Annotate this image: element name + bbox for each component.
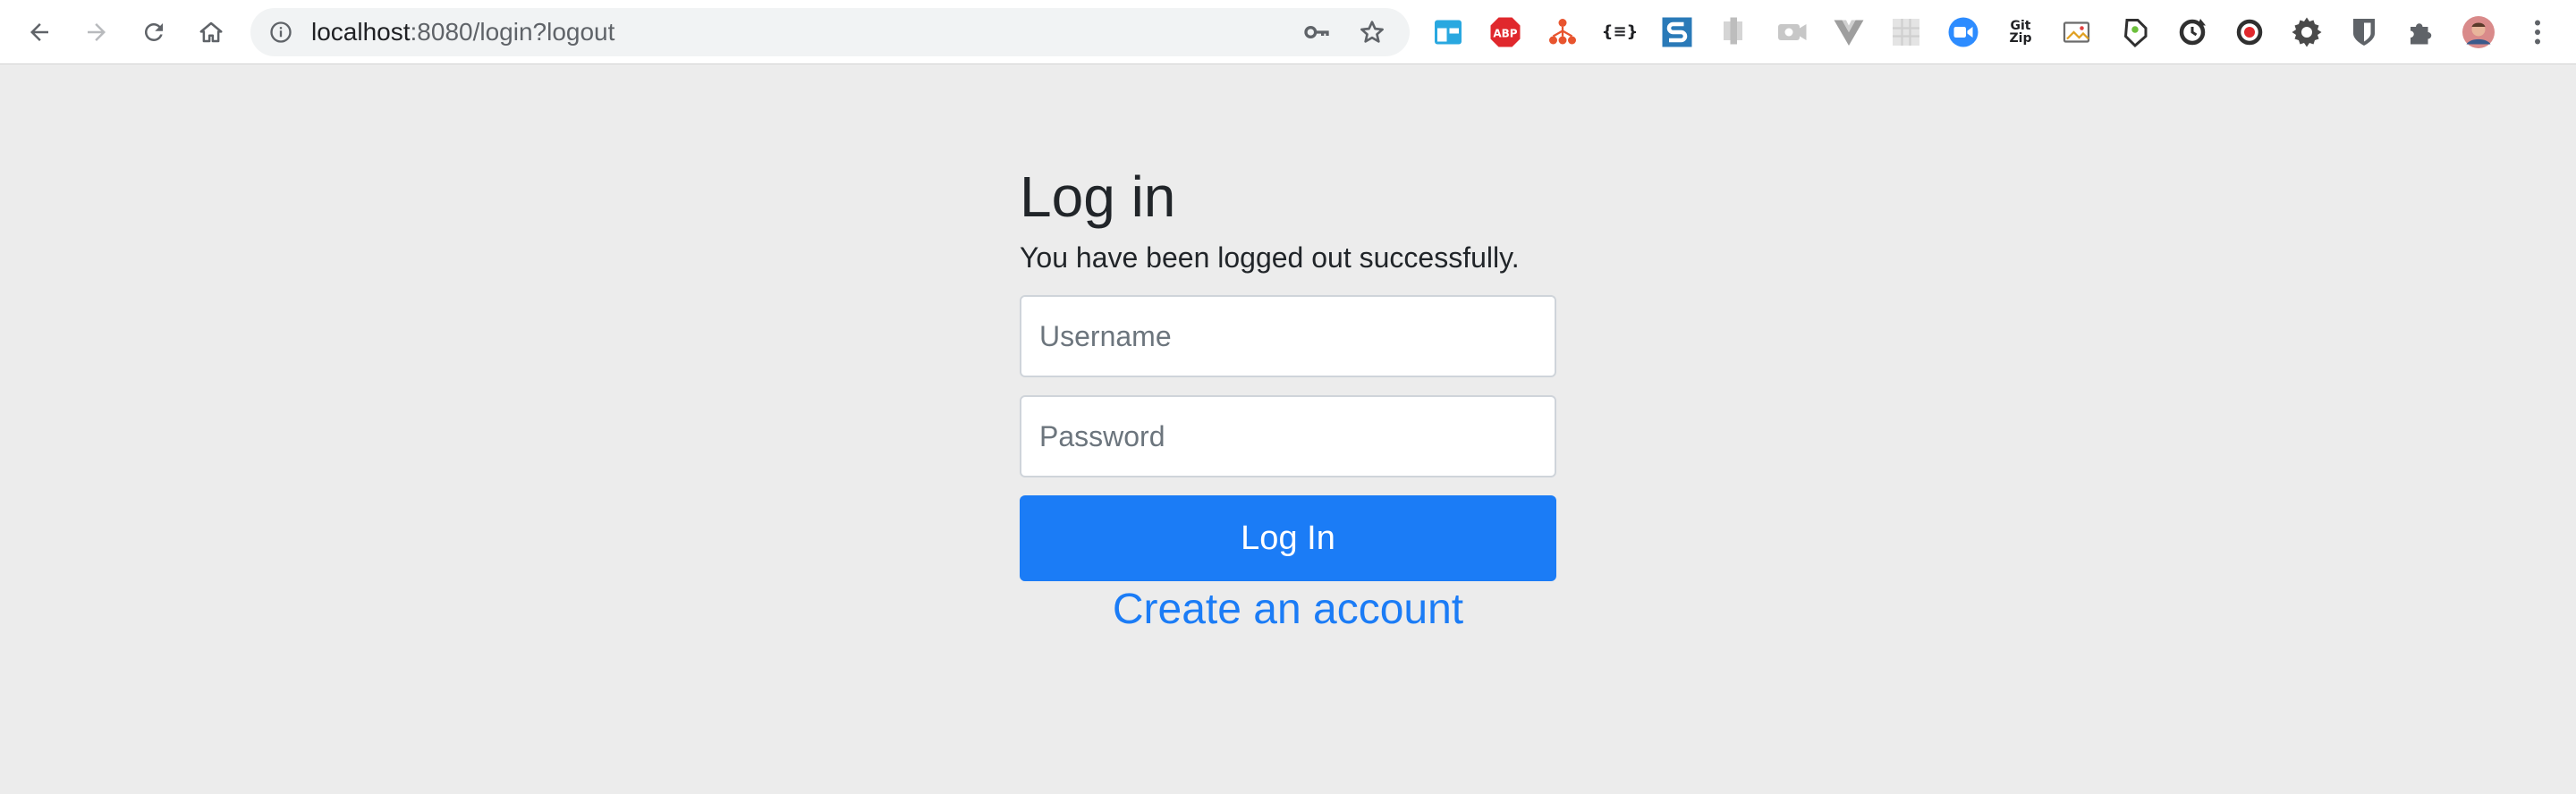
create-account-link[interactable]: Create an account xyxy=(1020,583,1556,637)
extensions-puzzle-icon[interactable] xyxy=(2404,15,2438,49)
json-formatter-icon[interactable]: {≡} xyxy=(1601,15,1639,49)
reload-icon xyxy=(144,22,163,41)
s-extension-icon[interactable] xyxy=(1660,15,1694,49)
gitzip-label-bottom: Zip xyxy=(2009,31,2032,46)
video-extension-icon[interactable] xyxy=(1775,15,1809,49)
pin-extension-icon[interactable] xyxy=(1717,15,1751,49)
address-bar[interactable]: localhost:8080/login?logout xyxy=(250,8,1410,56)
arrow-left-icon xyxy=(30,23,48,41)
profile-avatar[interactable] xyxy=(2462,15,2496,49)
zoom-icon[interactable] xyxy=(1946,15,1980,49)
gitzip-icon[interactable]: Git Zip xyxy=(2004,15,2038,49)
username-input[interactable] xyxy=(1020,295,1556,377)
forward-button[interactable] xyxy=(77,13,116,52)
site-info-icon[interactable] xyxy=(268,20,293,45)
bookmark-star-icon[interactable] xyxy=(1358,18,1386,46)
back-button[interactable] xyxy=(20,13,59,52)
tag-extension-icon[interactable] xyxy=(2118,15,2152,49)
home-icon xyxy=(199,21,223,43)
logout-success-message: You have been logged out successfully. xyxy=(1020,241,1520,274)
abp-icon[interactable]: ABP xyxy=(1488,15,1522,49)
key-icon[interactable] xyxy=(1302,18,1331,46)
login-form: Log in You have been logged out successf… xyxy=(1020,161,1556,637)
more-menu-icon[interactable] xyxy=(2521,15,2555,49)
url-path: :8080/login?logout xyxy=(410,18,615,46)
vue-devtools-icon[interactable] xyxy=(1832,15,1866,49)
bitwarden-icon[interactable] xyxy=(2347,15,2381,49)
login-button[interactable]: Log In xyxy=(1020,495,1556,581)
browser-toolbar: localhost:8080/login?logout ABP {≡} Git … xyxy=(0,0,2576,64)
home-button[interactable] xyxy=(191,13,231,52)
arrow-right-icon xyxy=(88,23,106,41)
password-input[interactable] xyxy=(1020,395,1556,477)
abp-label: ABP xyxy=(1493,27,1517,39)
window-extension-icon[interactable] xyxy=(1431,15,1465,49)
url-host: localhost xyxy=(311,18,411,46)
grid-extension-icon[interactable] xyxy=(1889,15,1923,49)
recorder-extension-icon[interactable] xyxy=(2233,15,2267,49)
image-extension-icon[interactable] xyxy=(2061,15,2095,49)
reload-button[interactable] xyxy=(134,13,174,52)
sync-extension-icon[interactable] xyxy=(2175,15,2209,49)
json-formatter-label: {≡} xyxy=(1601,22,1639,41)
url-text[interactable]: localhost:8080/login?logout xyxy=(311,8,614,56)
page-title: Log in xyxy=(1020,165,1176,229)
settings-gear-extension-icon[interactable] xyxy=(2290,15,2324,49)
network-extension-icon[interactable] xyxy=(1546,15,1580,49)
